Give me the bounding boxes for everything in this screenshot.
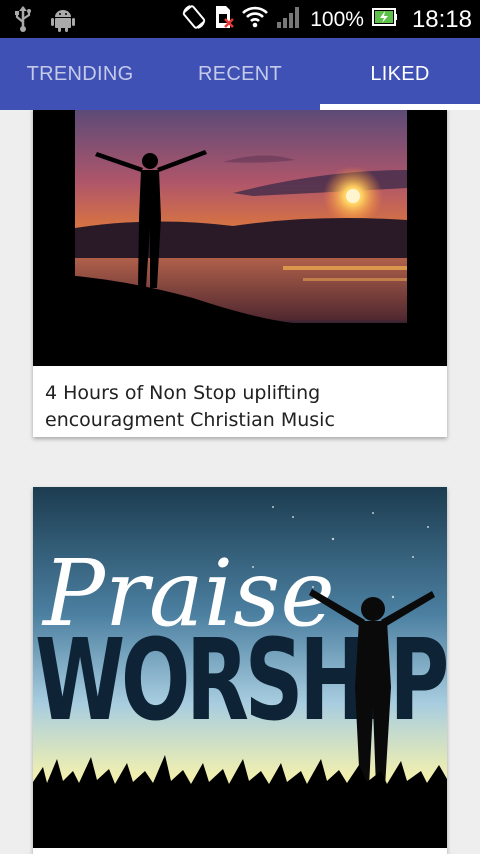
tab-trending[interactable]: TRENDING xyxy=(0,38,160,110)
tab-bar: TRENDING RECENT LIKED xyxy=(0,38,480,110)
status-bar: 100% 18:18 xyxy=(0,0,480,38)
android-icon xyxy=(50,6,76,36)
battery-percent: 100% xyxy=(310,7,364,31)
video-title[interactable] xyxy=(33,848,447,854)
video-thumbnail[interactable]: Praise WORSHIP xyxy=(33,487,447,848)
video-card[interactable]: Praise WORSHIP xyxy=(33,487,447,854)
video-title[interactable]: 4 Hours of Non Stop uplifting encouragme… xyxy=(33,366,447,434)
clock: 18:18 xyxy=(411,5,472,33)
signal-icon xyxy=(276,5,302,34)
tab-liked[interactable]: LIKED xyxy=(320,38,480,110)
battery-charging-icon xyxy=(371,6,398,33)
sim-icon xyxy=(214,4,235,35)
usb-icon xyxy=(14,6,32,36)
wifi-icon xyxy=(242,5,269,34)
video-thumbnail[interactable] xyxy=(33,110,447,366)
video-list[interactable]: 4 Hours of Non Stop uplifting encouragme… xyxy=(0,110,480,854)
video-card[interactable]: 4 Hours of Non Stop uplifting encouragme… xyxy=(33,110,447,437)
tab-recent[interactable]: RECENT xyxy=(160,38,320,110)
rotate-icon xyxy=(182,4,206,35)
